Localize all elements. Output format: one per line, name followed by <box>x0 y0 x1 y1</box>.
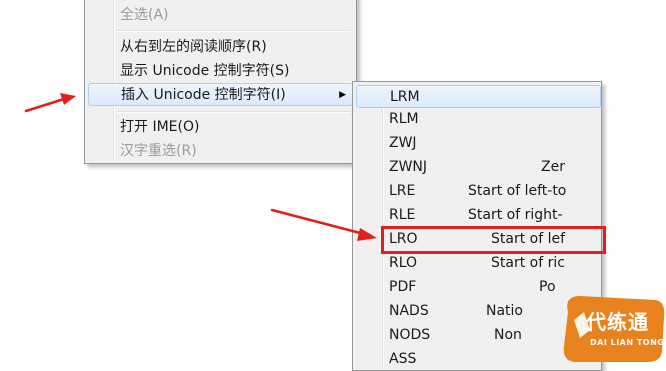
annotation-arrow-icon <box>270 208 377 241</box>
watermark-text: 代练通 <box>586 310 649 334</box>
annotation-arrow-icon <box>24 93 76 113</box>
watermark-subtext: DAI LIAN TONG <box>590 338 665 347</box>
watermark-logo: 代练通 DAI LIAN TONG <box>560 290 666 363</box>
